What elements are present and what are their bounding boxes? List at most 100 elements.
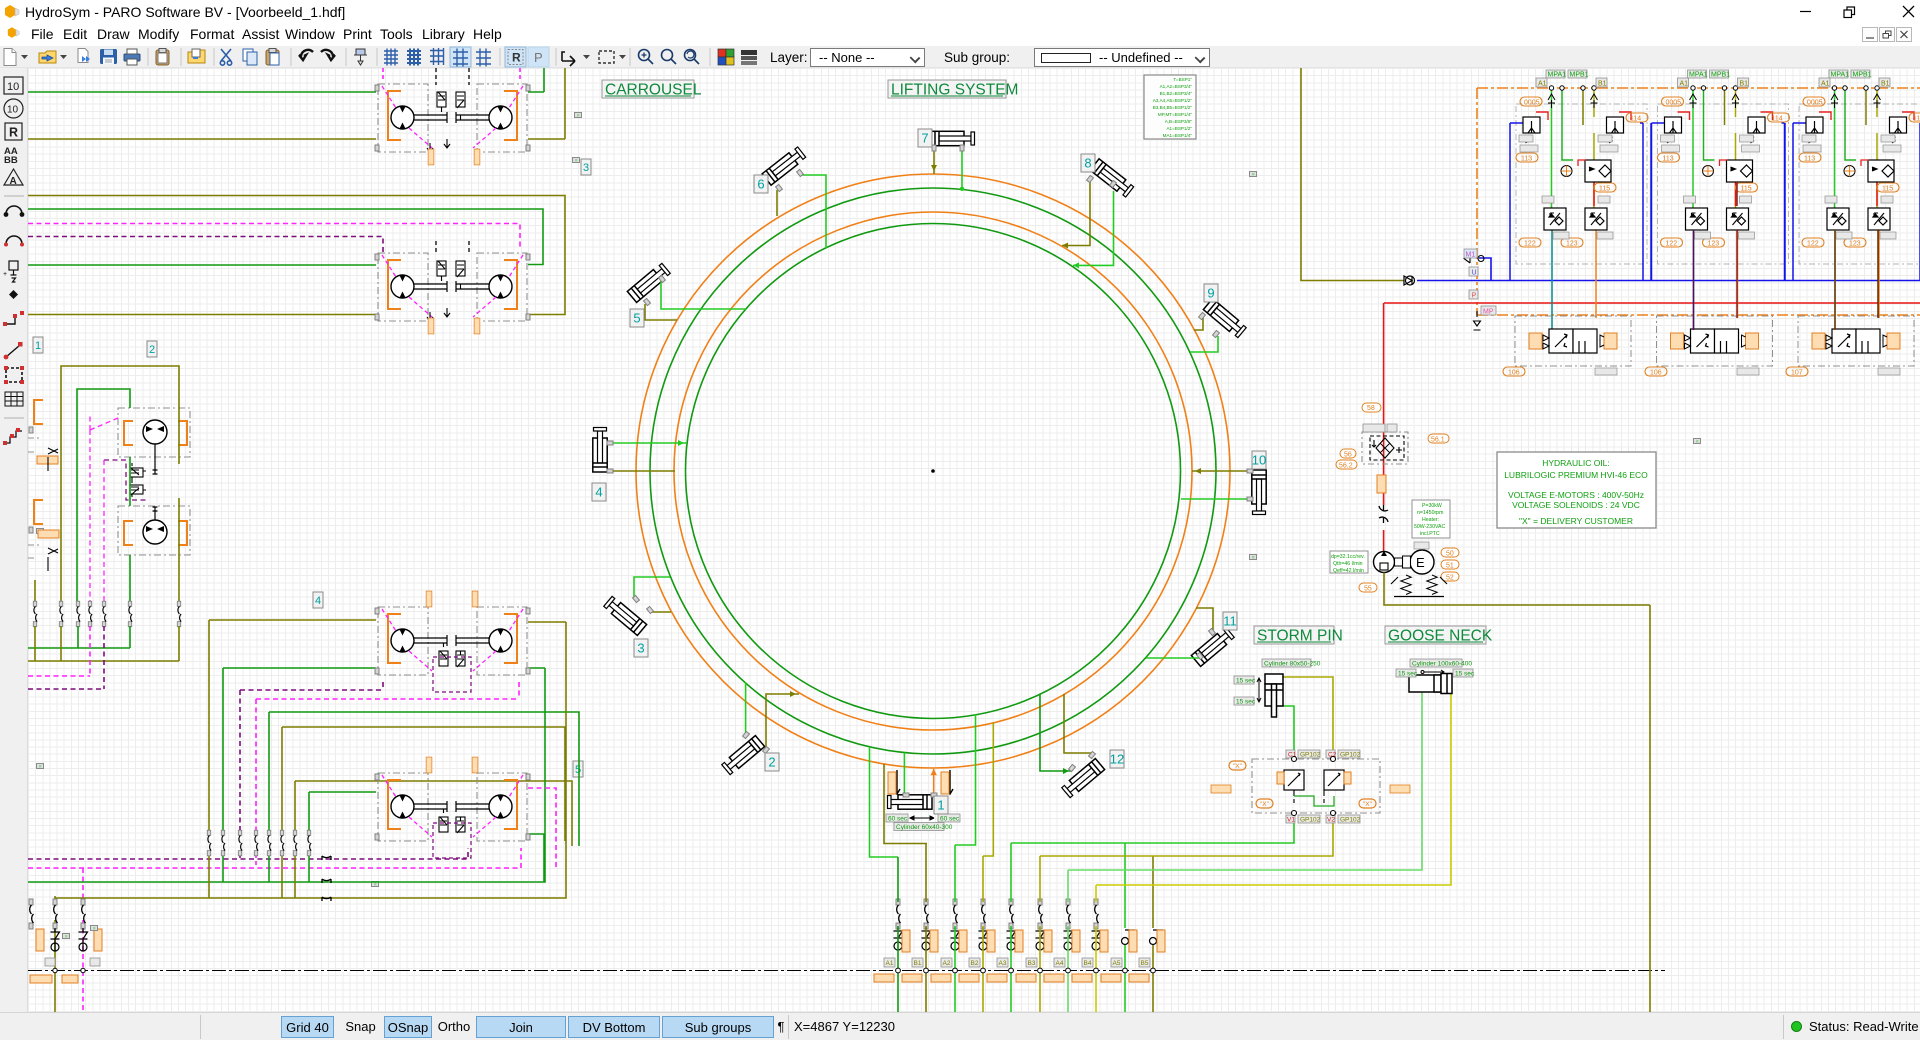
svg-text:B3,B4,B5=BSP1/2": B3,B4,B5=BSP1/2" <box>1153 105 1193 110</box>
svg-text:6: 6 <box>757 177 764 192</box>
svg-text:8: 8 <box>1084 156 1091 171</box>
svg-text:12: 12 <box>1110 752 1124 767</box>
svg-text:MA1=BSP1/4": MA1=BSP1/4" <box>1163 133 1193 138</box>
svg-text:Layer:: Layer: <box>770 50 808 65</box>
svg-text:106: 106 <box>1650 370 1662 377</box>
svg-text:52: 52 <box>1446 575 1454 582</box>
svg-text:MP: MP <box>1483 309 1494 316</box>
svg-text:R: R <box>512 51 521 65</box>
svg-text:7: 7 <box>921 131 928 146</box>
svg-text:+: + <box>3 271 7 278</box>
svg-text:B1,B2=BSP3/4": B1,B2=BSP3/4" <box>1160 91 1193 96</box>
svg-text:B1: B1 <box>914 960 922 967</box>
svg-text:MPB1: MPB1 <box>1570 72 1589 79</box>
svg-text:B4: B4 <box>1084 960 1092 967</box>
svg-text:V2: V2 <box>1327 817 1335 824</box>
svg-text:A,B=BSP3/8": A,B=BSP3/8" <box>1165 119 1193 124</box>
svg-text:A: A <box>10 176 17 187</box>
svg-text:GP102: GP102 <box>1340 817 1361 824</box>
svg-text:9: 9 <box>1207 286 1214 301</box>
svg-text:B1: B1 <box>1598 81 1607 88</box>
svg-text:Heater:: Heater: <box>1422 517 1439 523</box>
svg-text:4: 4 <box>595 485 602 500</box>
svg-text:A4: A4 <box>1056 960 1064 967</box>
svg-text:P: P <box>1472 293 1477 300</box>
svg-text:56.1: 56.1 <box>1431 437 1445 444</box>
svg-text:113: 113 <box>1521 156 1532 163</box>
svg-text:GP102: GP102 <box>1300 752 1321 759</box>
svg-text:A1=BSP1/2": A1=BSP1/2" <box>1166 126 1192 131</box>
svg-text:107: 107 <box>1791 370 1803 377</box>
svg-text:1: 1 <box>35 340 41 352</box>
svg-text:11: 11 <box>1223 614 1237 629</box>
svg-text:A1: A1 <box>1538 81 1547 88</box>
svg-text:M1: M1 <box>1466 252 1476 259</box>
svg-text:5: 5 <box>575 764 581 776</box>
svg-text:R: R <box>9 126 18 140</box>
svg-text:115: 115 <box>1599 186 1610 193</box>
svg-text:0005: 0005 <box>1524 100 1540 107</box>
svg-text:4: 4 <box>315 595 321 607</box>
svg-text:15 sec: 15 sec <box>1236 678 1256 685</box>
svg-text:MP,MT=BSP1/4": MP,MT=BSP1/4" <box>1158 112 1192 117</box>
svg-text:"X": "X" <box>1260 801 1270 808</box>
svg-text:"X": "X" <box>1233 763 1243 770</box>
svg-text:106: 106 <box>1508 370 1520 377</box>
svg-text:Cylinder 80x50-250: Cylinder 80x50-250 <box>1264 661 1321 668</box>
svg-text:A5: A5 <box>1113 960 1121 967</box>
svg-text:P=30kW: P=30kW <box>1422 503 1442 509</box>
svg-text:58: 58 <box>1367 405 1375 412</box>
svg-text:10: 10 <box>1252 453 1266 468</box>
svg-text:VOLTAGE SOLENOIDS : 24 VDC: VOLTAGE SOLENOIDS : 24 VDC <box>1512 500 1640 510</box>
svg-text:15 sec: 15 sec <box>1455 671 1475 678</box>
svg-text:B5: B5 <box>1141 960 1149 967</box>
svg-text:5: 5 <box>633 311 640 326</box>
svg-text:T=BSP1": T=BSP1" <box>1173 77 1192 82</box>
svg-text:10: 10 <box>7 81 19 93</box>
svg-text:2: 2 <box>768 755 775 770</box>
svg-text:60 sec: 60 sec <box>888 816 908 823</box>
svg-text:60 sec: 60 sec <box>940 816 960 823</box>
svg-text:10: 10 <box>7 105 19 116</box>
svg-text:dp=32.1cc/rev.: dp=32.1cc/rev. <box>1331 554 1365 560</box>
svg-text:Sub group:: Sub group: <box>944 50 1010 65</box>
svg-text:A2: A2 <box>943 960 951 967</box>
svg-text:50: 50 <box>1446 551 1454 558</box>
svg-text:15 sec: 15 sec <box>1398 671 1418 678</box>
svg-text:GP102: GP102 <box>1340 752 1361 759</box>
svg-text:2: 2 <box>149 344 155 356</box>
svg-text:Cylinder 100x60-400: Cylinder 100x60-400 <box>1412 661 1472 668</box>
svg-text:A1,A2=BSP3/4": A1,A2=BSP3/4" <box>1160 84 1193 89</box>
svg-text:BB: BB <box>4 155 18 166</box>
svg-text:114: 114 <box>1630 116 1641 123</box>
svg-text:incl.PTC: incl.PTC <box>1420 531 1440 537</box>
svg-text:15 sec: 15 sec <box>1236 699 1256 706</box>
svg-text:"X" = DELIVERY CUSTOMER: "X" = DELIVERY CUSTOMER <box>1519 516 1633 526</box>
svg-text:HYDRAULIC OIL:: HYDRAULIC OIL: <box>1542 458 1610 468</box>
svg-text:3: 3 <box>583 162 589 174</box>
svg-text:Qeff=42 l/min: Qeff=42 l/min <box>1333 568 1364 574</box>
svg-text:n=1450rpm: n=1450rpm <box>1417 510 1443 516</box>
svg-text:3: 3 <box>637 641 644 656</box>
svg-text:50W-230VAC: 50W-230VAC <box>1414 524 1445 530</box>
svg-text:B2: B2 <box>971 960 979 967</box>
svg-text:V1: V1 <box>1287 817 1295 824</box>
svg-text:GP102: GP102 <box>1300 817 1321 824</box>
svg-text:B3: B3 <box>1028 960 1036 967</box>
svg-text:56.2: 56.2 <box>1339 463 1353 470</box>
svg-text:123: 123 <box>1566 241 1578 248</box>
svg-text:Qth=46 l/min: Qth=46 l/min <box>1333 561 1363 567</box>
svg-text:"X": "X" <box>1363 801 1373 808</box>
svg-text:MPA1: MPA1 <box>1548 72 1567 79</box>
svg-text:VOLTAGE E-MOTORS : 400V-50Hz: VOLTAGE E-MOTORS : 400V-50Hz <box>1508 490 1644 500</box>
svg-text:55: 55 <box>1364 586 1372 593</box>
svg-text:P: P <box>534 50 543 65</box>
svg-text:E: E <box>1416 555 1425 570</box>
svg-text:U: U <box>1472 270 1477 277</box>
svg-text:122: 122 <box>1524 241 1536 248</box>
svg-text:51: 51 <box>1446 563 1454 570</box>
svg-text:LUBRILOGIC PREMIUM HVI-46 ECO: LUBRILOGIC PREMIUM HVI-46 ECO <box>1504 470 1648 480</box>
svg-text:1: 1 <box>937 798 944 813</box>
svg-text:A1: A1 <box>886 960 894 967</box>
svg-text:A3,A4,A5=BSP1/2": A3,A4,A5=BSP1/2" <box>1153 98 1193 103</box>
